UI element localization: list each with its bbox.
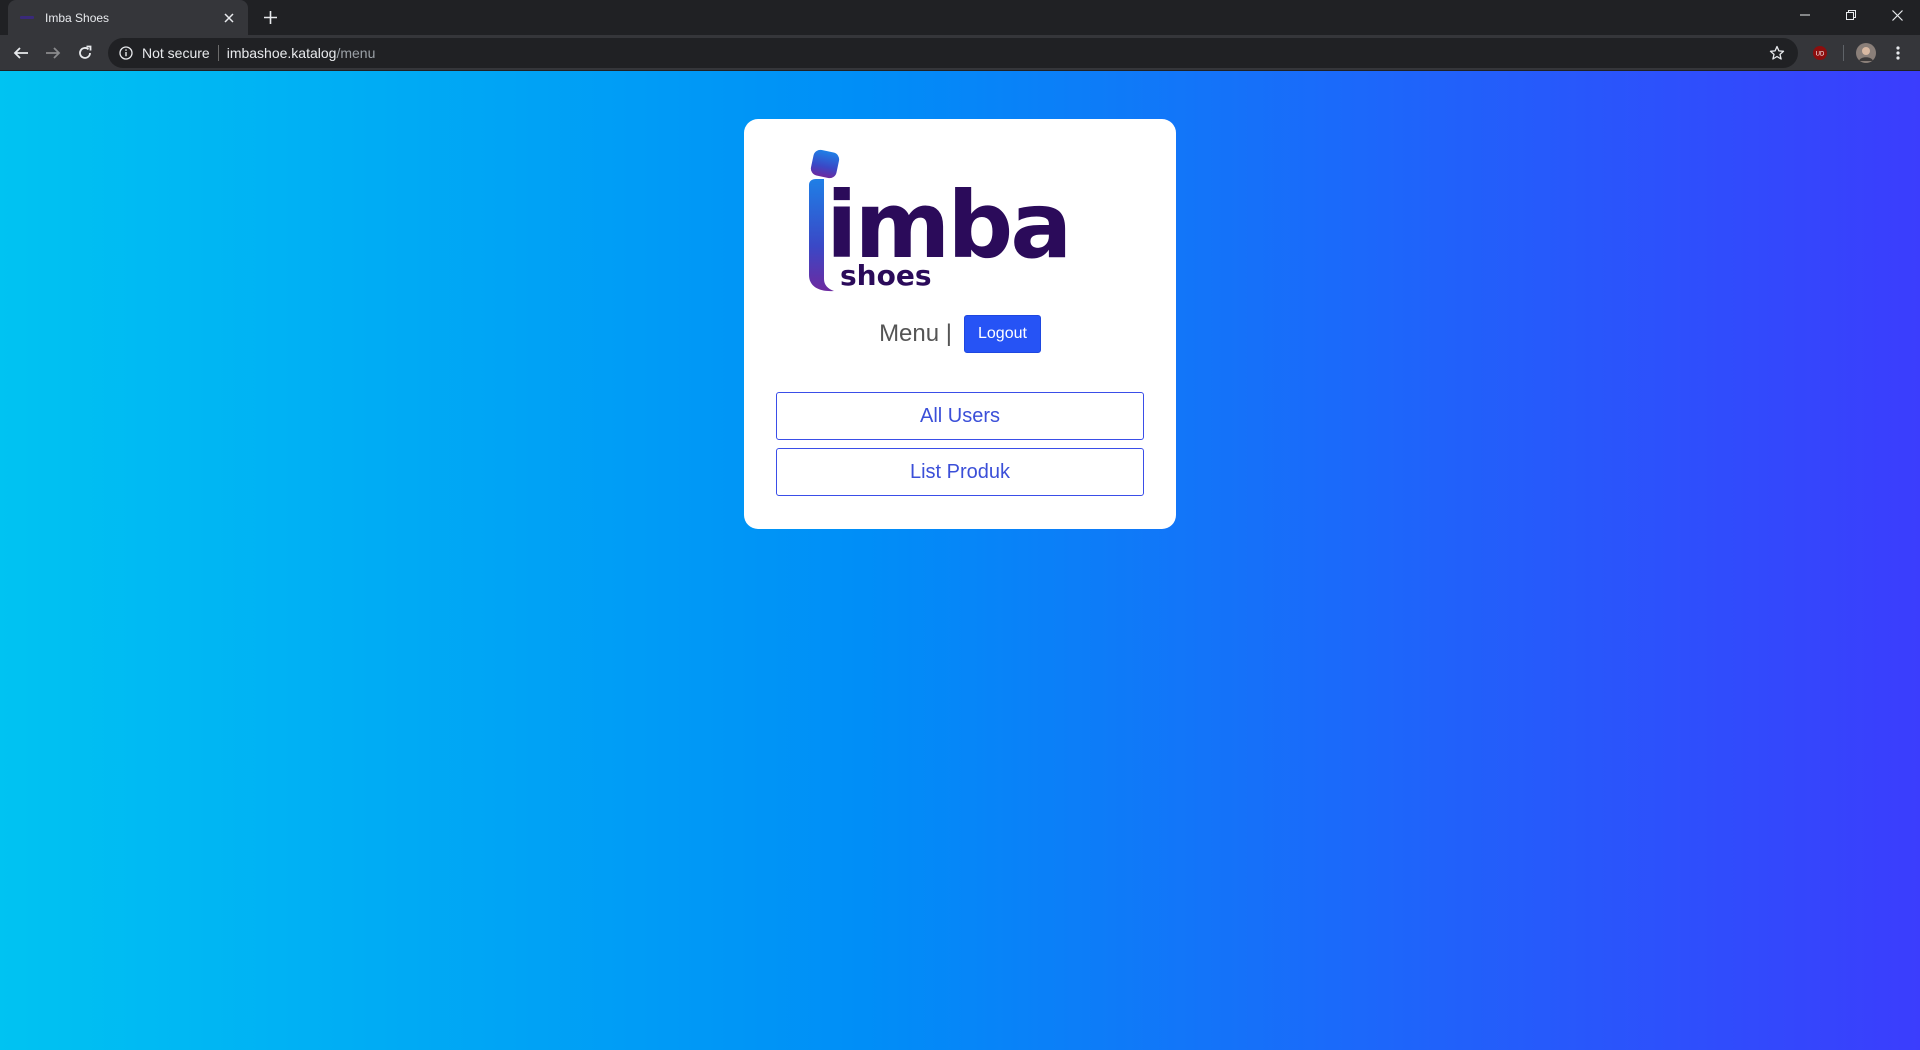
list-produk-button[interactable]: List Produk — [776, 448, 1144, 496]
extension-badge: UD — [1816, 52, 1825, 58]
browser-tab[interactable]: Imba Shoes — [8, 0, 248, 35]
security-label: Not secure — [142, 45, 210, 61]
browser-tabstrip: Imba Shoes — [0, 0, 1920, 35]
menu-title: Menu | — [879, 320, 952, 347]
info-icon[interactable] — [118, 45, 134, 61]
chrome-menu-icon[interactable] — [1886, 41, 1910, 65]
new-tab-icon[interactable] — [259, 6, 281, 28]
logo-subtitle: shoes — [840, 259, 932, 292]
restore-icon[interactable] — [1828, 0, 1874, 30]
forward-arrow-icon[interactable] — [39, 39, 67, 67]
bookmark-star-icon[interactable] — [1768, 44, 1786, 62]
logout-button[interactable]: Logout — [964, 315, 1041, 353]
ublock-extension-icon[interactable]: UD — [1808, 41, 1832, 65]
close-window-icon[interactable] — [1874, 0, 1920, 30]
profile-avatar[interactable] — [1854, 41, 1878, 65]
window-controls — [1782, 0, 1920, 30]
browser-toolbar: Not secure imbashoe.katalog /menu UD — [0, 35, 1920, 71]
url-path: /menu — [336, 45, 376, 61]
close-tab-icon[interactable] — [220, 9, 238, 27]
tab-title: Imba Shoes — [45, 10, 110, 25]
back-arrow-icon[interactable] — [7, 39, 35, 67]
omnibox-divider — [217, 45, 219, 61]
menu-card: imba shoes Menu | Logout All Users List … — [744, 119, 1176, 529]
url-host: imbashoe.katalog — [226, 45, 337, 61]
toolbar-divider — [1843, 45, 1844, 61]
address-bar[interactable]: Not secure imbashoe.katalog /menu — [108, 38, 1798, 68]
menu-header: Menu | Logout — [744, 314, 1176, 354]
reload-icon[interactable] — [71, 39, 99, 67]
favicon-icon — [20, 10, 36, 26]
all-users-button[interactable]: All Users — [776, 392, 1144, 440]
page-background: imba shoes Menu | Logout All Users List … — [0, 71, 1920, 1050]
minimize-icon[interactable] — [1782, 0, 1828, 30]
imba-shoes-logo: imba shoes — [809, 149, 1072, 292]
